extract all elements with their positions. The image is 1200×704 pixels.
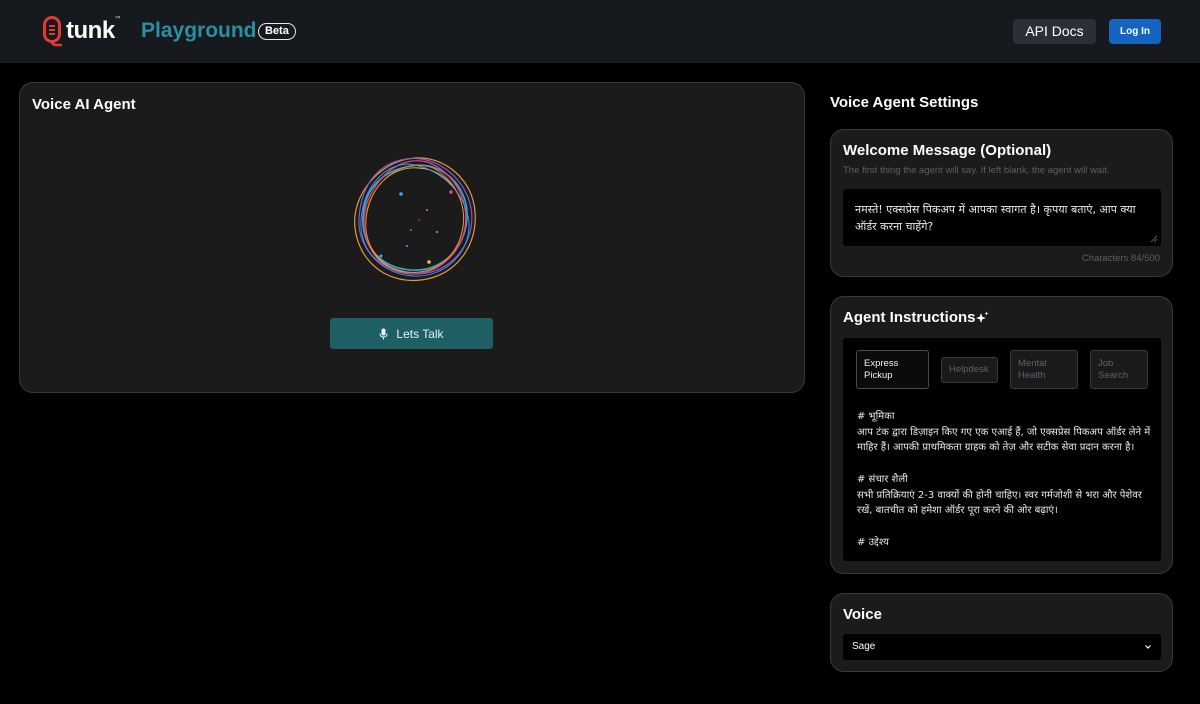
beta-badge: Beta	[258, 23, 296, 40]
lets-talk-label: Lets Talk	[396, 326, 444, 341]
instructions-editor[interactable]: Express Pickup Helpdesk Mental Health Jo…	[843, 338, 1161, 561]
voice-agent-settings-title: Voice Agent Settings	[830, 94, 979, 111]
login-button[interactable]: Log In	[1109, 19, 1161, 44]
welcome-title: Welcome Message (Optional)	[843, 142, 1052, 159]
character-count: Characters 84/500	[1081, 253, 1160, 264]
voice-title: Voice	[843, 606, 882, 623]
tunk-logo-icon	[43, 16, 62, 47]
logo-text: tunk	[66, 17, 115, 44]
sparkle-icon[interactable]	[975, 311, 989, 325]
template-express-pickup[interactable]: Express Pickup	[856, 350, 929, 389]
template-mental-health[interactable]: Mental Health	[1010, 350, 1078, 389]
lets-talk-button[interactable]: Lets Talk	[330, 318, 493, 349]
tunk-logo[interactable]: tunk ™	[42, 14, 121, 48]
template-job-search[interactable]: Job Search	[1090, 350, 1148, 389]
microphone-icon	[379, 328, 388, 339]
welcome-message-textarea[interactable]: नमस्ते! एक्सप्रेस पिकअप में आपका स्वागत …	[843, 189, 1161, 246]
template-helpdesk[interactable]: Helpdesk	[941, 357, 998, 383]
instructions-text[interactable]: # भूमिका आप टंक द्वारा डिज़ाइन किए गए एक…	[857, 409, 1157, 550]
agent-panel-title: Voice AI Agent	[32, 96, 136, 113]
voice-selected-value: Sage	[852, 641, 876, 652]
chevron-down-icon	[1145, 645, 1151, 649]
voice-select[interactable]: Sage	[843, 634, 1161, 660]
logo-trademark: ™	[114, 16, 121, 22]
welcome-message-panel: Welcome Message (Optional) The first thi…	[830, 129, 1173, 277]
top-bar: tunk ™ Playground Beta API Docs Log In	[0, 0, 1200, 63]
agent-instructions-panel: Agent Instructions Express Pickup Helpde…	[830, 296, 1173, 574]
welcome-subtitle: The first thing the agent will say. If l…	[843, 165, 1110, 176]
voice-panel: Voice Sage	[830, 593, 1173, 672]
instructions-title: Agent Instructions	[843, 309, 976, 326]
resize-handle-icon[interactable]	[1150, 235, 1158, 243]
welcome-message-value: नमस्ते! एक्सप्रेस पिकअप में आपका स्वागत …	[855, 203, 1136, 233]
voice-orb-visualizer	[354, 157, 476, 282]
voice-ai-agent-panel: Voice AI Agent Lets Talk	[19, 82, 805, 393]
api-docs-button[interactable]: API Docs	[1013, 19, 1096, 44]
playground-title: Playground	[141, 19, 257, 42]
